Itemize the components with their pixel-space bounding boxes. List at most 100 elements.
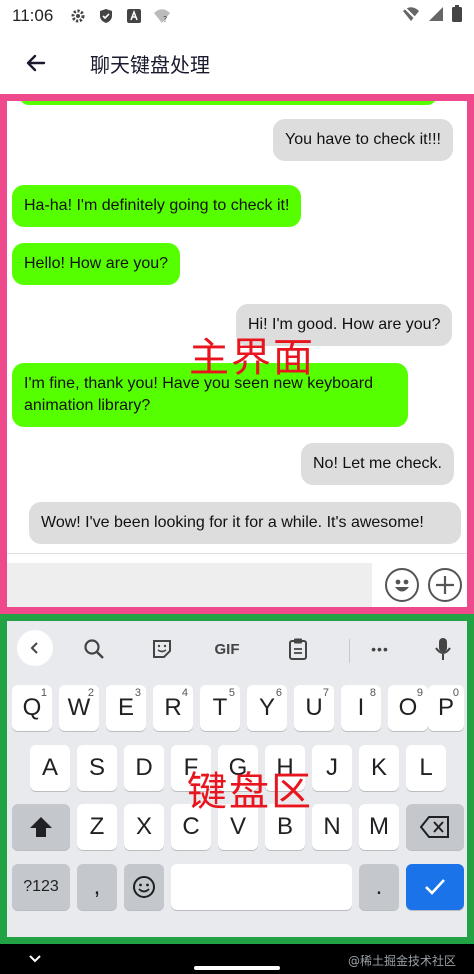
message-input-bar	[7, 553, 467, 607]
key-l[interactable]: L	[406, 745, 446, 791]
period-key[interactable]: .	[359, 864, 399, 910]
key-label: Q	[22, 694, 42, 721]
key-r[interactable]: R4	[153, 685, 193, 731]
key-x[interactable]: X	[124, 804, 164, 850]
key-a[interactable]: A	[30, 745, 70, 791]
key-label: I	[357, 694, 365, 721]
signal-icon	[428, 6, 444, 27]
key-m[interactable]: M	[359, 804, 399, 850]
navigation-bar: @稀土掘金技术社区	[0, 944, 474, 974]
watermark: @稀土掘金技术社区	[347, 954, 456, 968]
chat-list[interactable]: You have to check it!!! Ha-ha! I'm defin…	[7, 101, 467, 553]
key-label: D	[135, 754, 153, 781]
key-j[interactable]: J	[312, 745, 352, 791]
key-label: N	[323, 813, 341, 840]
search-icon	[84, 639, 104, 659]
app-bar: 聊天键盘处理	[0, 32, 474, 94]
chevron-left-icon	[30, 642, 38, 654]
key-s[interactable]: S	[77, 745, 117, 791]
key-label: P	[437, 694, 454, 721]
emoji-button[interactable]	[385, 568, 419, 602]
key-label: O	[398, 694, 418, 721]
key-z[interactable]: Z	[77, 804, 117, 850]
keyboard-collapse-button[interactable]	[17, 630, 53, 666]
key-label: C	[182, 813, 200, 840]
keyboard-voice-button[interactable]	[431, 635, 455, 663]
key-w[interactable]: W2	[59, 685, 99, 731]
main-area-label: 主界面	[189, 335, 315, 381]
clipboard-icon	[289, 638, 307, 660]
shield-icon	[97, 7, 115, 25]
key-hint: 2	[87, 687, 94, 699]
key-i[interactable]: I8	[341, 685, 381, 731]
key-n[interactable]: N	[312, 804, 352, 850]
keyboard-more-button[interactable]: •••	[365, 635, 395, 663]
symbols-key[interactable]: ?123	[12, 864, 70, 910]
key-hint: 3	[134, 687, 141, 699]
keyboard-hide-button[interactable]	[26, 950, 44, 968]
message-text: Ha-ha! I'm definitely going to check it!	[24, 197, 290, 214]
home-gesture-bar[interactable]	[194, 966, 280, 970]
key-label: .	[375, 873, 383, 900]
smiley-icon	[133, 876, 155, 898]
chevron-down-icon	[29, 955, 41, 963]
keyboard-area-label: 键盘区	[187, 769, 313, 815]
comma-key[interactable]: ,	[77, 864, 117, 910]
key-hint: 0	[452, 687, 459, 699]
key-o[interactable]: O9	[388, 685, 428, 731]
back-button[interactable]	[8, 35, 64, 91]
keyboard-clipboard-button[interactable]	[283, 635, 313, 663]
arrow-back-icon	[26, 54, 46, 72]
checkmark-icon	[425, 879, 445, 895]
key-t[interactable]: T5	[200, 685, 240, 731]
message-text: No! Let me check.	[313, 455, 442, 472]
message-bubble-incoming: Ha-ha! I'm definitely going to check it!	[12, 185, 302, 227]
key-u[interactable]: U7	[294, 685, 334, 731]
keyboard-area: GIF ••• Q1 W2 E3 R4 T5 Y6 U7 I8 O9 P0 A …	[0, 614, 474, 944]
status-right	[402, 5, 462, 27]
add-attachment-button[interactable]	[428, 568, 462, 602]
keyboard-gif-button[interactable]: GIF	[207, 635, 247, 663]
key-label: K	[370, 754, 387, 781]
key-label: ,	[93, 873, 101, 900]
key-hint: 9	[416, 687, 423, 699]
battery-icon	[452, 5, 462, 27]
key-label: V	[229, 813, 246, 840]
enter-key[interactable]	[406, 864, 464, 910]
key-hint: 6	[275, 687, 282, 699]
shift-arrow-icon	[30, 817, 52, 837]
key-label: M	[369, 813, 389, 840]
message-text: Hello! How are you?	[24, 255, 169, 272]
key-label: A	[41, 754, 58, 781]
keyboard-sticker-button[interactable]	[147, 635, 177, 663]
partial-message-bubble	[19, 101, 437, 105]
key-hint: 7	[322, 687, 329, 699]
key-label: R	[164, 694, 182, 721]
status-bar: 11:06 ?	[0, 0, 474, 32]
sticker-icon	[153, 640, 171, 658]
shift-key[interactable]	[12, 804, 70, 850]
status-time: 11:06	[12, 6, 54, 25]
message-input[interactable]	[7, 563, 372, 607]
emoji-key[interactable]	[124, 864, 164, 910]
wifi-question-icon: ?	[153, 7, 171, 25]
key-q[interactable]: Q1	[12, 685, 52, 731]
backspace-key[interactable]	[406, 804, 464, 850]
keyboard-search-button[interactable]	[79, 635, 109, 663]
smiley-icon	[395, 579, 409, 592]
key-y[interactable]: Y6	[247, 685, 287, 731]
backspace-icon	[420, 816, 449, 838]
key-p[interactable]: P0	[428, 685, 464, 731]
app-a-icon	[125, 7, 143, 25]
key-label: T	[212, 694, 228, 721]
space-key[interactable]	[171, 864, 352, 910]
key-label: E	[117, 694, 134, 721]
page-title: 聊天键盘处理	[90, 52, 210, 77]
key-k[interactable]: K	[359, 745, 399, 791]
key-hint: 4	[181, 687, 188, 699]
key-label: L	[419, 754, 433, 781]
key-e[interactable]: E3	[106, 685, 146, 731]
key-d[interactable]: D	[124, 745, 164, 791]
key-label: B	[276, 813, 293, 840]
message-text: Wow! I've been looking for it for a whil…	[41, 514, 424, 531]
